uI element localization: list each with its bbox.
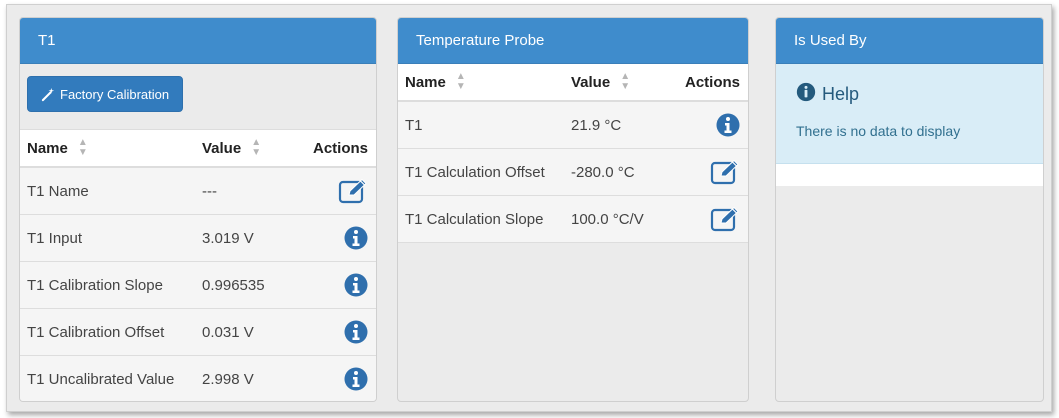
info-icon — [796, 82, 816, 107]
t1-toolbar: Factory Calibration — [20, 64, 376, 130]
row-actions — [298, 320, 376, 344]
table-row: T1 Calibration Offset 0.031 V — [20, 309, 376, 356]
column-header-name[interactable]: Name ▲ ▼ — [20, 138, 202, 158]
sort-icon[interactable]: ▲ ▼ — [251, 138, 261, 158]
t1-panel-title: T1 — [20, 18, 376, 64]
help-heading: Help — [796, 82, 1043, 107]
row-name: T1 Calibration Offset — [27, 323, 165, 341]
row-actions — [298, 367, 376, 391]
factory-calibration-button[interactable]: Factory Calibration — [27, 76, 184, 112]
column-header-value[interactable]: Value ▲ ▼ — [202, 138, 298, 158]
row-actions — [665, 113, 748, 137]
help-title: Help — [822, 84, 860, 104]
t1-table: Name ▲ ▼ Value ▲ ▼ Actions T1 Name --- T1 Inpu… — [20, 130, 376, 401]
row-name: T1 Uncalibrated Value — [27, 370, 175, 388]
help-text: There is no data to display — [796, 123, 961, 139]
row-name: T1 Name — [27, 182, 89, 200]
row-value: 21.9 °C — [571, 116, 622, 134]
factory-calibration-label: Factory Calibration — [60, 86, 170, 102]
probe-table-header: Name ▲ ▼ Value ▲ ▼ Actions — [398, 64, 748, 102]
row-name: T1 Input — [27, 229, 83, 247]
edit-icon[interactable] — [338, 178, 368, 204]
table-row: T1 Name --- — [20, 168, 376, 215]
temperature-probe-panel: Temperature Probe Name ▲ ▼ Value ▲ ▼ Actions… — [397, 17, 749, 402]
edit-icon[interactable] — [710, 159, 740, 185]
row-value: 0.996535 — [202, 276, 265, 294]
row-actions — [665, 206, 748, 232]
row-name: T1 — [405, 116, 423, 134]
temperature-probe-title: Temperature Probe — [398, 18, 748, 64]
info-icon[interactable] — [344, 367, 368, 391]
row-value: 3.019 V — [202, 229, 254, 247]
row-actions — [665, 159, 748, 185]
is-used-by-panel: Is Used By Help There is no data to disp… — [775, 17, 1044, 402]
row-name: T1 Calculation Slope — [405, 210, 544, 228]
column-header-value[interactable]: Value ▲ ▼ — [571, 72, 665, 92]
row-value: 0.031 V — [202, 323, 254, 341]
row-name: T1 Calibration Slope — [27, 276, 163, 294]
t1-table-header: Name ▲ ▼ Value ▲ ▼ Actions — [20, 130, 376, 168]
row-value: 2.998 V — [202, 370, 254, 388]
row-value: --- — [202, 182, 217, 200]
empty-strip — [776, 164, 1043, 186]
row-name: T1 Calculation Offset — [405, 163, 545, 181]
table-row: T1 Input 3.019 V — [20, 215, 376, 262]
sort-icon[interactable]: ▲ ▼ — [78, 138, 88, 158]
column-header-actions: Actions — [684, 73, 740, 91]
table-row: T1 Calculation Slope 100.0 °C/V — [398, 196, 748, 243]
row-actions — [298, 178, 376, 204]
info-icon[interactable] — [716, 113, 740, 137]
magic-wand-icon — [41, 87, 56, 102]
info-icon[interactable] — [344, 273, 368, 297]
row-actions — [298, 273, 376, 297]
row-value: 100.0 °C/V — [571, 210, 644, 228]
info-icon[interactable] — [344, 226, 368, 250]
row-actions — [298, 226, 376, 250]
edit-icon[interactable] — [710, 206, 740, 232]
column-header-name[interactable]: Name ▲ ▼ — [398, 72, 571, 92]
is-used-by-title: Is Used By — [776, 18, 1043, 64]
window-frame: T1 Factory Calibration Name ▲ ▼ Value ▲ ▼ — [6, 4, 1052, 412]
table-row: T1 Calculation Offset -280.0 °C — [398, 149, 748, 196]
probe-table: Name ▲ ▼ Value ▲ ▼ Actions T1 21.9 °C T1 Calcu… — [398, 64, 748, 243]
help-box: Help There is no data to display — [776, 64, 1043, 164]
table-row: T1 Calibration Slope 0.996535 — [20, 262, 376, 309]
row-value: -280.0 °C — [571, 163, 635, 181]
sort-icon[interactable]: ▲ ▼ — [620, 72, 630, 92]
column-header-actions: Actions — [312, 139, 368, 157]
table-row: T1 Uncalibrated Value 2.998 V — [20, 356, 376, 401]
sort-icon[interactable]: ▲ ▼ — [456, 72, 466, 92]
info-icon[interactable] — [344, 320, 368, 344]
t1-panel: T1 Factory Calibration Name ▲ ▼ Value ▲ ▼ — [19, 17, 377, 402]
table-row: T1 21.9 °C — [398, 102, 748, 149]
